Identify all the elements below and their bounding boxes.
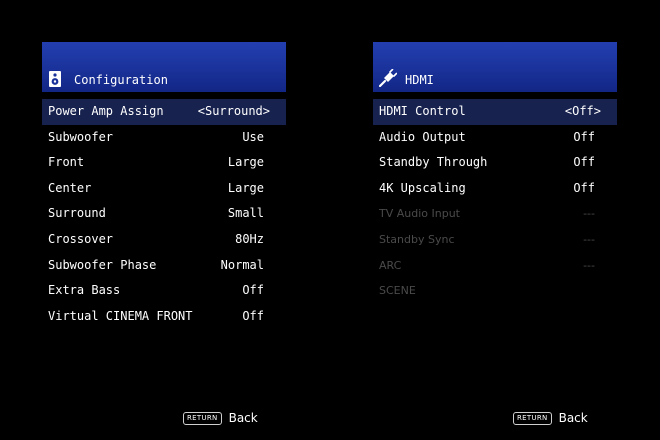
menu-item-virtual-cinema-front[interactable]: Virtual CINEMA FRONT Off bbox=[42, 304, 286, 330]
menu-item-center[interactable]: Center Large bbox=[42, 176, 286, 202]
menu-item-extra-bass[interactable]: Extra Bass Off bbox=[42, 278, 286, 304]
menu-item-value: Off bbox=[573, 180, 595, 195]
menu-item-label: 4K Upscaling bbox=[379, 180, 466, 195]
configuration-menu: Power Amp Assign <Surround> Subwoofer Us… bbox=[42, 99, 286, 329]
menu-item-value: --- bbox=[583, 232, 595, 246]
menu-item-label: Power Amp Assign bbox=[48, 104, 164, 118]
menu-item-surround[interactable]: Surround Small bbox=[42, 201, 286, 227]
back-label: Back bbox=[228, 411, 258, 425]
speaker-icon bbox=[49, 71, 61, 87]
back-button-right[interactable]: RETURN Back bbox=[513, 410, 588, 426]
menu-item-value: Normal bbox=[220, 257, 264, 272]
menu-item-label: Center bbox=[48, 180, 92, 195]
menu-item-label: Subwoofer Phase bbox=[48, 257, 157, 272]
menu-item-subwoofer-phase[interactable]: Subwoofer Phase Normal bbox=[42, 253, 286, 279]
menu-item-label: TV Audio Input bbox=[379, 207, 460, 221]
menu-item-label: Front bbox=[48, 155, 85, 170]
menu-item-value: 80Hz bbox=[235, 231, 264, 246]
menu-item-crossover[interactable]: Crossover 80Hz bbox=[42, 227, 286, 253]
menu-item-label: Standby Sync bbox=[379, 232, 455, 246]
menu-item-label: Standby Through bbox=[379, 155, 488, 170]
return-key-icon: RETURN bbox=[513, 411, 552, 425]
menu-item-value: Off bbox=[242, 283, 264, 298]
menu-item-value: <Off> bbox=[564, 104, 601, 118]
panel-title: Configuration bbox=[74, 73, 168, 87]
hdmi-header: HDMI bbox=[373, 42, 617, 92]
menu-item-value: Small bbox=[227, 206, 264, 221]
menu-item-standby-through[interactable]: Standby Through Off bbox=[373, 150, 617, 176]
menu-item-audio-output[interactable]: Audio Output Off bbox=[373, 125, 617, 151]
menu-item-front[interactable]: Front Large bbox=[42, 150, 286, 176]
menu-item-label: HDMI Control bbox=[379, 104, 466, 118]
menu-item-value: Large bbox=[227, 155, 264, 170]
menu-item-label: Crossover bbox=[48, 231, 114, 246]
configuration-panel: Configuration Power Amp Assign <Surround… bbox=[42, 42, 286, 329]
hdmi-menu: HDMI Control <Off> Audio Output Off Stan… bbox=[373, 99, 617, 304]
menu-item-label: SCENE bbox=[379, 284, 416, 298]
menu-item-value: --- bbox=[583, 258, 595, 272]
menu-item-arc: ARC --- bbox=[373, 253, 617, 279]
menu-item-label: Surround bbox=[48, 206, 106, 221]
menu-item-label: Extra Bass bbox=[48, 283, 121, 298]
menu-item-scene: SCENE bbox=[373, 278, 617, 304]
menu-item-value: Large bbox=[227, 180, 264, 195]
menu-item-4k-upscaling[interactable]: 4K Upscaling Off bbox=[373, 176, 617, 202]
menu-item-label: ARC bbox=[379, 258, 402, 272]
menu-item-power-amp-assign[interactable]: Power Amp Assign <Surround> bbox=[42, 99, 286, 125]
menu-item-label: Audio Output bbox=[379, 129, 466, 144]
menu-item-value: Off bbox=[573, 129, 595, 144]
menu-item-value: Use bbox=[242, 129, 264, 144]
hdmi-plug-icon bbox=[379, 69, 397, 87]
menu-item-value: --- bbox=[583, 207, 595, 221]
hdmi-panel: HDMI HDMI Control <Off> Audio Output Off… bbox=[373, 42, 617, 304]
menu-item-standby-sync: Standby Sync --- bbox=[373, 227, 617, 253]
return-key-icon: RETURN bbox=[183, 411, 222, 425]
menu-item-label: Subwoofer bbox=[48, 129, 114, 144]
menu-item-hdmi-control[interactable]: HDMI Control <Off> bbox=[373, 99, 617, 125]
menu-item-tv-audio-input: TV Audio Input --- bbox=[373, 201, 617, 227]
menu-item-value: <Surround> bbox=[197, 104, 270, 118]
back-button-left[interactable]: RETURN Back bbox=[183, 410, 258, 426]
configuration-header: Configuration bbox=[42, 42, 286, 92]
menu-item-value: Off bbox=[573, 155, 595, 170]
menu-item-value: Off bbox=[242, 308, 264, 323]
panel-title: HDMI bbox=[405, 73, 434, 87]
menu-item-label: Virtual CINEMA FRONT bbox=[48, 308, 193, 323]
back-label: Back bbox=[558, 411, 588, 425]
menu-item-subwoofer[interactable]: Subwoofer Use bbox=[42, 125, 286, 151]
